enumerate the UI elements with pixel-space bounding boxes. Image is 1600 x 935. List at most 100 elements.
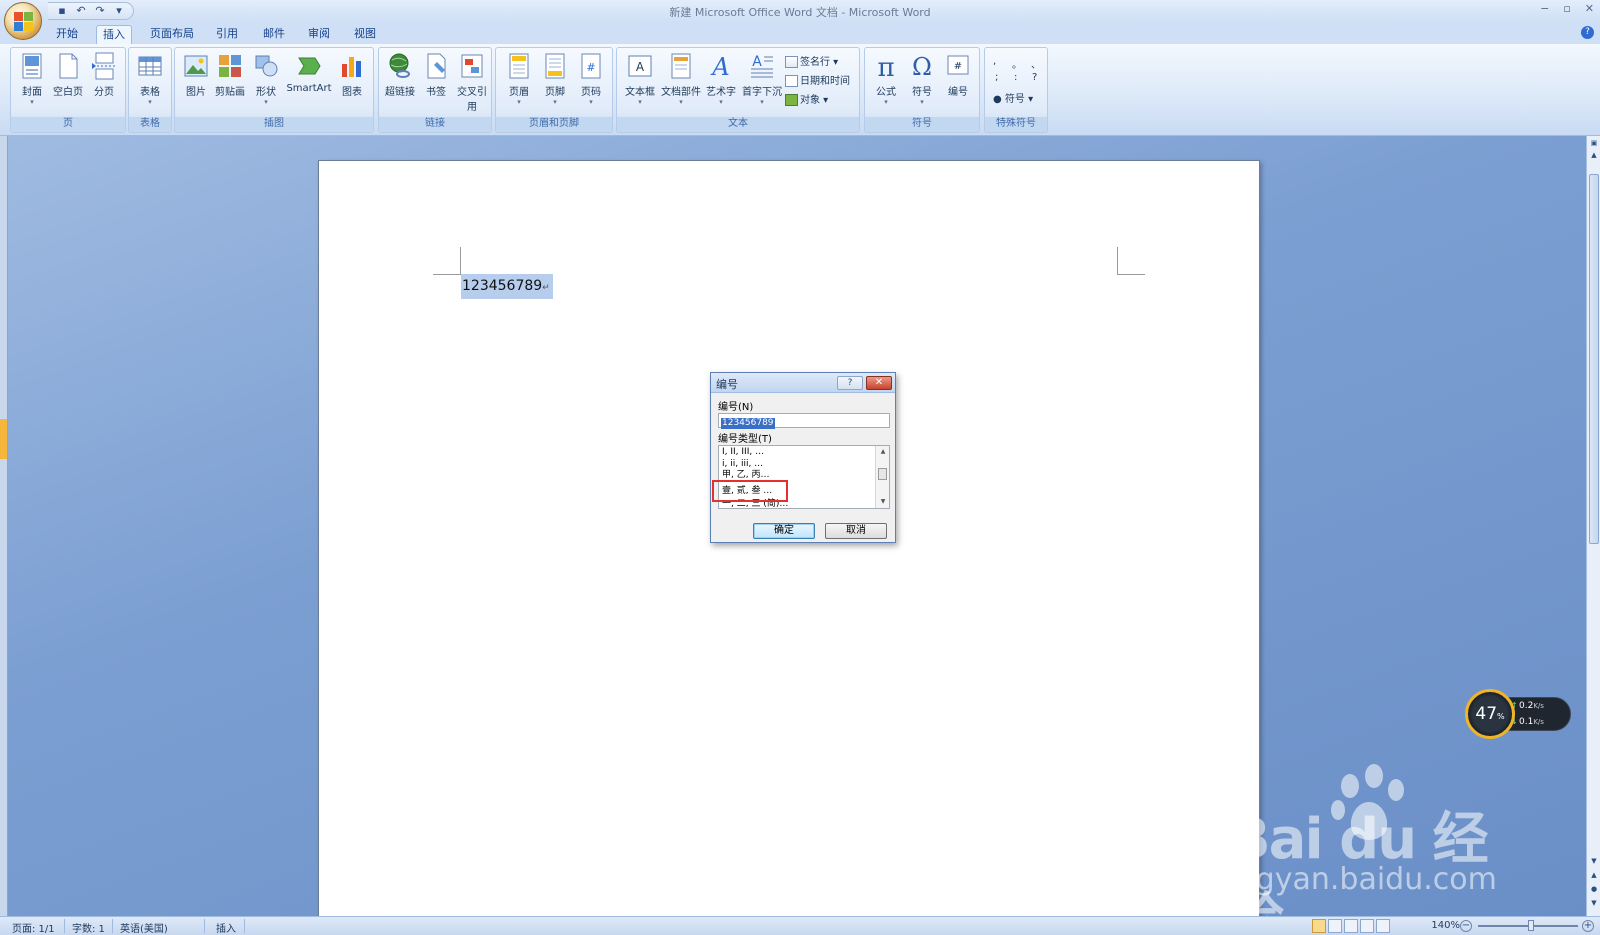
clip-art-label: 剪贴画 <box>215 87 245 98</box>
tab-home[interactable]: 开始 <box>50 25 84 44</box>
zoom-out-icon[interactable]: − <box>1460 920 1472 932</box>
cover-page-button[interactable]: 封面 ▾ <box>15 52 49 106</box>
object-button[interactable]: 对象 ▾ <box>785 91 828 106</box>
dialog-close-button[interactable]: ✕ <box>866 376 892 390</box>
table-icon <box>138 56 162 76</box>
list-scroll-thumb[interactable] <box>878 468 887 480</box>
selected-text[interactable]: 123456789↵ <box>461 274 553 299</box>
special-char-colon[interactable]: : <box>1014 72 1017 83</box>
zoom-slider-handle[interactable] <box>1528 920 1534 931</box>
hyperlink-button[interactable]: 超链接 <box>383 52 417 98</box>
vertical-scrollbar[interactable]: ▣ ▲ ▼ ▲ ● ▼ <box>1586 136 1600 916</box>
previous-page-icon[interactable]: ▲ <box>1588 870 1600 880</box>
special-char-enum-comma[interactable]: 、 <box>1031 56 1041 71</box>
header-icon <box>509 53 529 79</box>
drop-cap-button[interactable]: A 首字下沉 ▾ <box>741 52 783 106</box>
language-indicator[interactable]: 英语(美国) <box>120 920 168 935</box>
page-indicator[interactable]: 页面: 1/1 <box>12 920 55 935</box>
page-break-button[interactable]: 分页 <box>87 52 121 98</box>
list-item[interactable]: I, II, III, … <box>722 447 764 458</box>
number-input[interactable]: 123456789 <box>718 413 890 429</box>
picture-button[interactable]: 图片 <box>179 52 213 98</box>
word-count[interactable]: 字数: 1 <box>72 920 105 935</box>
quick-parts-button[interactable]: 文档部件 ▾ <box>659 52 703 106</box>
print-layout-view-icon[interactable] <box>1312 919 1326 933</box>
chevron-down-icon: ▾ <box>920 98 924 106</box>
tab-view[interactable]: 视图 <box>348 25 382 44</box>
minimize-button[interactable]: − <box>1540 2 1549 15</box>
list-scroll-down-icon[interactable]: ▼ <box>878 498 888 505</box>
number-type-label: 编号类型(T) <box>718 434 772 445</box>
text-box-button[interactable]: A 文本框 ▾ <box>621 52 659 106</box>
cover-page-icon <box>22 53 42 79</box>
smartart-label: SmartArt <box>286 83 332 94</box>
save-icon[interactable]: ▪ <box>54 4 70 18</box>
special-char-period[interactable]: 。 <box>1012 56 1022 71</box>
symbol-button[interactable]: Ω 符号 ▾ <box>905 52 939 106</box>
hyperlink-icon <box>389 53 410 78</box>
restore-button[interactable]: ▫ <box>1563 2 1570 15</box>
next-page-icon[interactable]: ▼ <box>1588 898 1600 908</box>
cpu-usage-value: 47 <box>1475 704 1498 724</box>
date-time-icon <box>785 75 798 87</box>
header-button[interactable]: 页眉 ▾ <box>502 52 536 106</box>
page-number-button[interactable]: # 页码 ▾ <box>574 52 608 106</box>
draft-view-icon[interactable] <box>1376 919 1390 933</box>
ok-button[interactable]: 确定 <box>753 523 815 539</box>
highlight-box <box>712 480 788 502</box>
upload-rate-unit: K/s <box>1533 702 1544 710</box>
left-edge-strip <box>0 136 8 916</box>
signature-line-button[interactable]: 签名行 ▾ <box>785 53 838 68</box>
equation-button[interactable]: π 公式 ▾ <box>869 52 903 106</box>
full-screen-reading-view-icon[interactable] <box>1328 919 1342 933</box>
insert-mode-indicator[interactable]: 插入 <box>216 920 236 935</box>
zoom-level[interactable]: 140% <box>1431 920 1460 931</box>
web-layout-view-icon[interactable] <box>1344 919 1358 933</box>
numbering-button[interactable]: # 编号 <box>941 52 975 98</box>
equation-label: 公式 <box>876 87 896 98</box>
cancel-button[interactable]: 取消 <box>825 523 887 539</box>
redo-icon[interactable]: ↷ <box>92 4 108 18</box>
blank-page-button[interactable]: 空白页 <box>51 52 85 98</box>
tab-insert[interactable]: 插入 <box>96 25 132 44</box>
scroll-down-icon[interactable]: ▼ <box>1588 856 1600 866</box>
smartart-button[interactable]: SmartArt <box>285 52 333 94</box>
numbering-label: 编号 <box>948 87 968 98</box>
help-icon[interactable]: ? <box>1581 26 1594 39</box>
footer-button[interactable]: 页脚 ▾ <box>538 52 572 106</box>
tab-page-layout[interactable]: 页面布局 <box>144 25 200 44</box>
clip-art-button[interactable]: 剪贴画 <box>213 52 247 98</box>
tab-mailings[interactable]: 邮件 <box>257 25 291 44</box>
zoom-in-icon[interactable]: + <box>1582 920 1594 932</box>
special-char-question[interactable]: ? <box>1032 72 1037 83</box>
customize-qat-icon[interactable]: ▾ <box>111 4 127 18</box>
chart-button[interactable]: 图表 <box>335 52 369 98</box>
cross-reference-button[interactable]: 交叉引用 <box>455 52 489 113</box>
select-browse-object-icon[interactable]: ● <box>1588 884 1600 894</box>
special-symbol-button[interactable]: ● 符号 ▾ <box>993 90 1033 105</box>
tab-references[interactable]: 引用 <box>210 25 244 44</box>
scroll-up-icon[interactable]: ▲ <box>1588 150 1600 160</box>
office-button[interactable] <box>4 2 42 40</box>
special-char-semicolon[interactable]: ; <box>995 72 998 83</box>
tab-review[interactable]: 审阅 <box>302 25 336 44</box>
date-time-button[interactable]: 日期和时间 <box>785 72 850 87</box>
list-item[interactable]: i, ii, iii, … <box>722 459 763 470</box>
special-char-comma[interactable]: , <box>993 56 996 67</box>
close-button[interactable]: ✕ <box>1585 2 1594 15</box>
ruler-toggle-icon[interactable]: ▣ <box>1588 138 1600 148</box>
dialog-help-button[interactable]: ? <box>837 376 863 390</box>
outline-view-icon[interactable] <box>1360 919 1374 933</box>
chevron-down-icon: ▾ <box>760 98 764 106</box>
scrollbar-thumb[interactable] <box>1589 174 1599 544</box>
shapes-button[interactable]: 形状 ▾ <box>249 52 283 106</box>
list-scroll-up-icon[interactable]: ▲ <box>878 448 888 455</box>
object-label: 对象 <box>800 95 820 106</box>
undo-icon[interactable]: ↶ <box>73 4 89 18</box>
list-scrollbar[interactable]: ▲ ▼ <box>875 446 889 508</box>
bookmark-button[interactable]: 书签 <box>419 52 453 98</box>
network-speed-widget[interactable]: ↑ 0.2K/s ↓ 0.1K/s 47% <box>1465 689 1571 739</box>
table-button[interactable]: 表格 ▾ <box>133 52 167 106</box>
wordart-button[interactable]: A 艺术字 ▾ <box>703 52 739 106</box>
zoom-slider[interactable] <box>1478 920 1578 931</box>
